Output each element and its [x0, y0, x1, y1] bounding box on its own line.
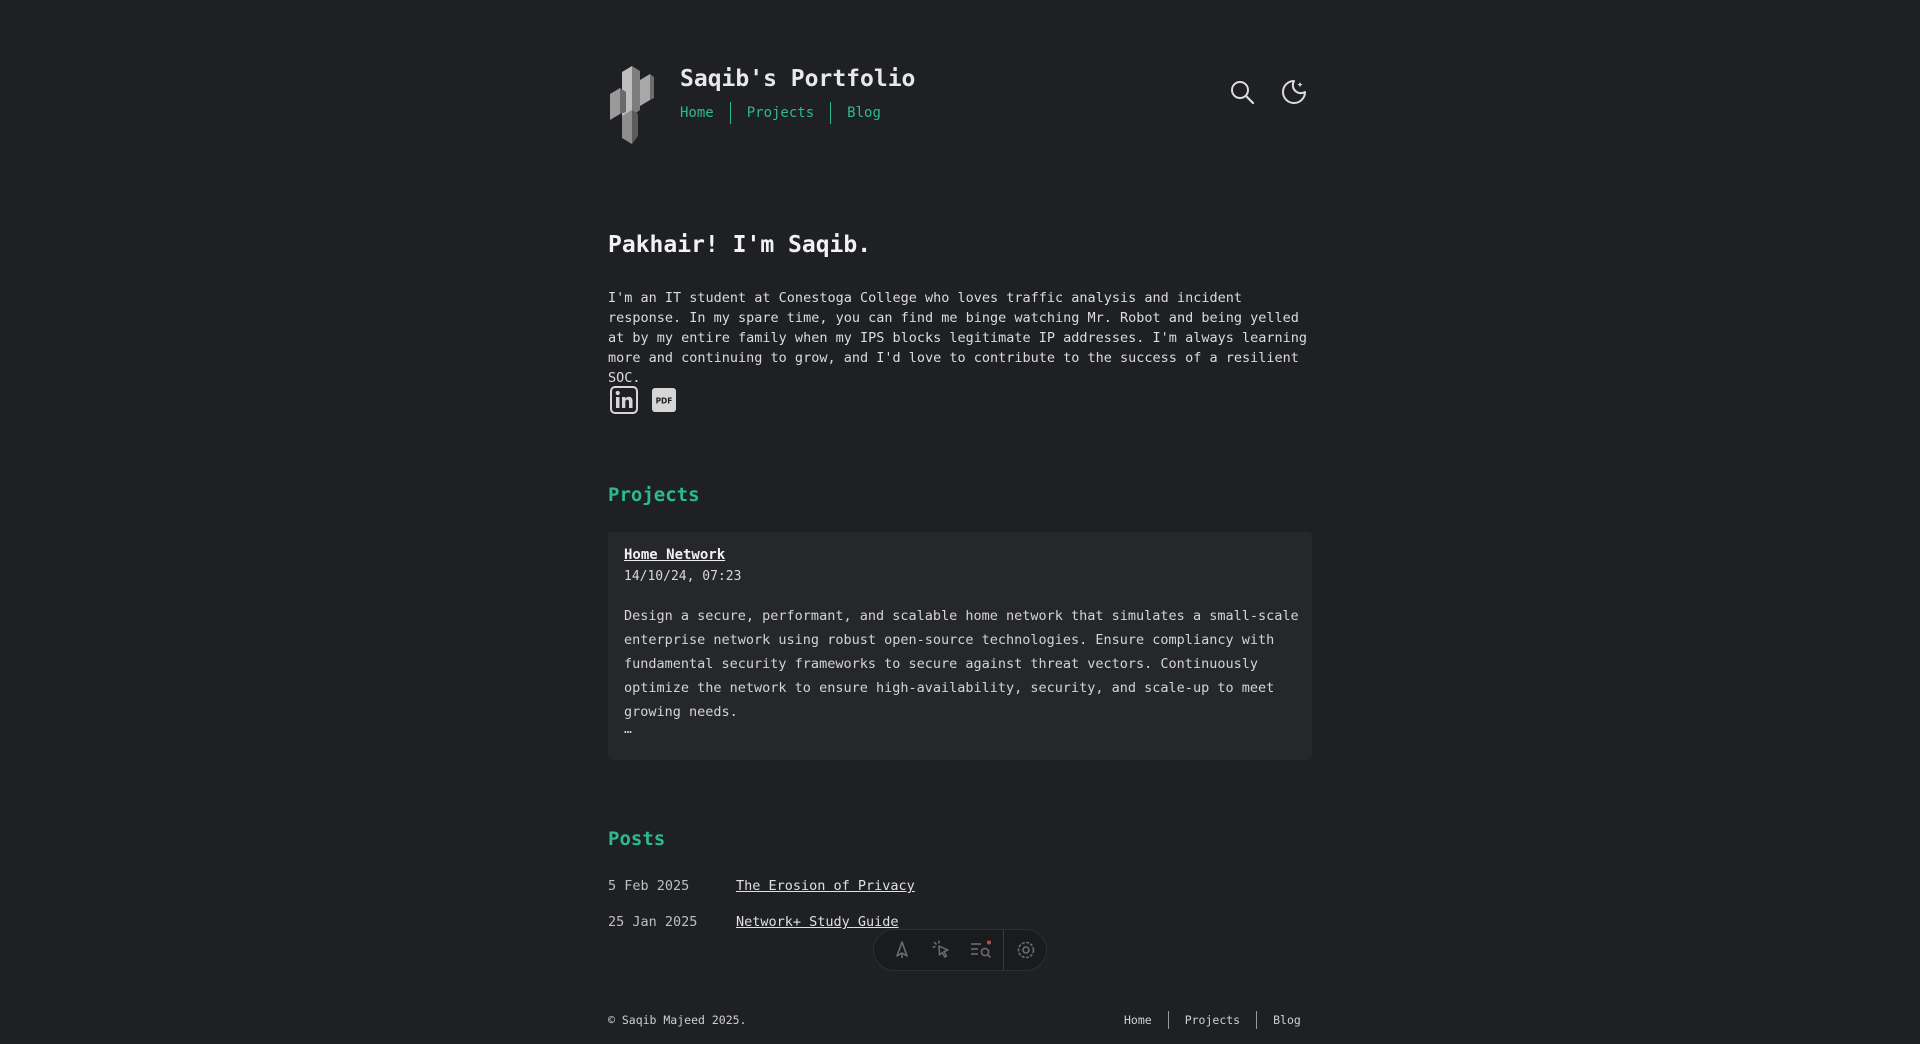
header-nav: Home Projects Blog: [680, 102, 897, 124]
footer-home-link[interactable]: Home: [1124, 1011, 1168, 1029]
moon-icon: [1282, 80, 1306, 104]
toolbar-menu-button[interactable]: [882, 930, 922, 970]
toolbar-divider: [1003, 930, 1005, 970]
page: Saqib's Portfolio Home Projects Blog Pak…: [0, 0, 1920, 1044]
footer-blog-link[interactable]: Blog: [1256, 1011, 1317, 1029]
hero-title: Pakhair! I'm Saqib.: [608, 232, 872, 258]
project-title-link[interactable]: Home Network: [624, 547, 725, 563]
search-icon: [1231, 81, 1255, 105]
resume-pdf-icon[interactable]: PDF: [650, 386, 678, 414]
post-date: 5 Feb 2025: [608, 878, 690, 894]
site-header: Saqib's Portfolio Home Projects Blog: [608, 64, 1312, 146]
social-links: PDF: [610, 386, 678, 414]
hero-bio: I'm an IT student at Conestoga College w…: [608, 290, 1307, 386]
search-button[interactable]: [1226, 76, 1258, 108]
post-row: 5 Feb 2025 The Erosion of Privacy: [608, 878, 915, 894]
nav-projects-link[interactable]: Projects: [729, 102, 830, 124]
linkedin-icon[interactable]: [610, 386, 638, 414]
footer-projects-link[interactable]: Projects: [1167, 1011, 1256, 1029]
project-ellipsis: …: [624, 722, 632, 737]
project-description: Design a secure, performant, and scalabl…: [624, 608, 1299, 720]
projects-heading: Projects: [608, 484, 700, 506]
copyright: © Saqib Majeed 2025.: [608, 1013, 747, 1027]
nav-home-link[interactable]: Home: [680, 102, 730, 124]
posts-heading: Posts: [608, 828, 666, 850]
toolbar-settings-button[interactable]: [1006, 930, 1046, 970]
post-date: 25 Jan 2025: [608, 914, 698, 930]
site-logo[interactable]: [608, 64, 656, 144]
project-card: Home Network 14/10/24, 07:23 Design a se…: [608, 532, 1312, 760]
nav-blog-link[interactable]: Blog: [830, 102, 897, 124]
gear-icon: [1017, 941, 1035, 959]
post-row: 25 Jan 2025 Network+ Study Guide: [608, 914, 899, 930]
post-title-link[interactable]: Network+ Study Guide: [736, 914, 899, 930]
floating-toolbar: [873, 929, 1047, 971]
post-title-link[interactable]: The Erosion of Privacy: [736, 878, 915, 894]
list-search-icon: [971, 940, 992, 959]
footer-nav: Home Projects Blog: [1124, 1011, 1317, 1029]
pdf-icon-label: PDF: [656, 397, 673, 406]
toolbar-audit-button[interactable]: [962, 930, 1002, 970]
toolbar-inspect-button[interactable]: [922, 930, 962, 970]
project-date: 14/10/24, 07:23: [624, 569, 742, 584]
rocket-icon: [896, 941, 908, 958]
site-title[interactable]: Saqib's Portfolio: [680, 66, 915, 92]
cursor-click-icon: [932, 940, 949, 958]
theme-toggle-button[interactable]: [1278, 76, 1310, 108]
